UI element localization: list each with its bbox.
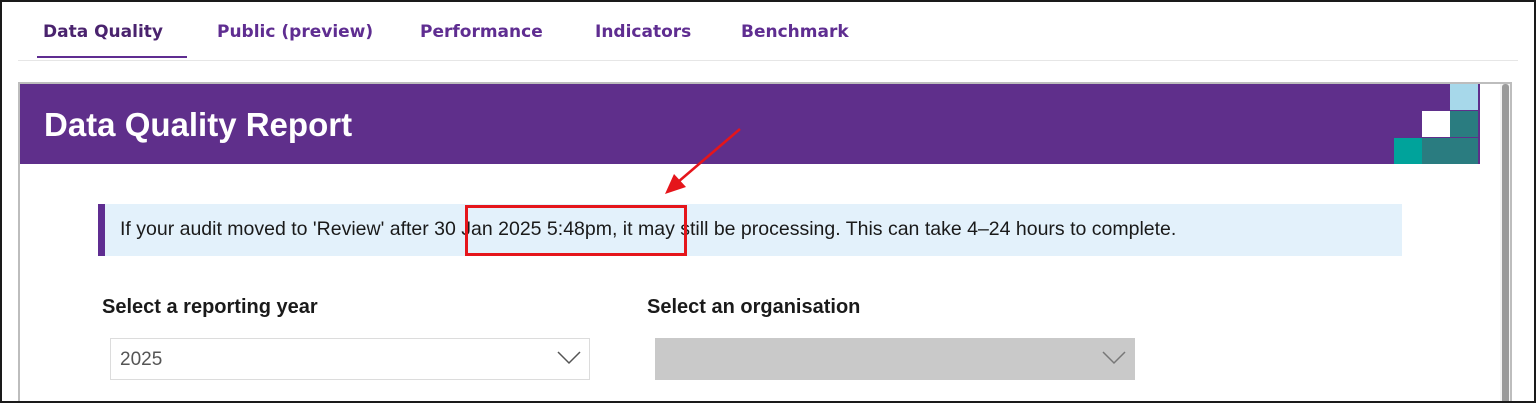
- chevron-down-icon: [1102, 351, 1126, 365]
- tab-indicators[interactable]: Indicators: [595, 6, 691, 58]
- page-title: Data Quality Report: [44, 106, 353, 143]
- organisation-label: Select an organisation: [647, 296, 861, 318]
- processing-notice: If your audit moved to 'Review' after 30…: [98, 204, 1402, 256]
- timestamp-highlight-box: [465, 205, 687, 256]
- chevron-down-icon: [557, 351, 581, 365]
- reporting-year-select[interactable]: 2025: [110, 338, 590, 380]
- tab-performance[interactable]: Performance: [420, 6, 543, 58]
- logo-square: [1450, 138, 1478, 164]
- reporting-year-value: 2025: [120, 349, 163, 370]
- tab-benchmark[interactable]: Benchmark: [741, 6, 849, 58]
- logo-square: [1422, 138, 1450, 164]
- reporting-year-label: Select a reporting year: [102, 296, 318, 318]
- report-panel: Data Quality Report If your audit moved …: [18, 82, 1512, 401]
- vertical-scrollbar[interactable]: [1500, 84, 1510, 401]
- organisation-select[interactable]: [655, 338, 1135, 380]
- report-header-banner: Data Quality Report: [20, 84, 1480, 164]
- logo-square: [1394, 138, 1422, 164]
- tab-bar: Data Quality Public (preview) Performanc…: [18, 6, 1518, 61]
- tab-data-quality[interactable]: Data Quality: [37, 6, 187, 58]
- scrollbar-thumb[interactable]: [1502, 84, 1509, 401]
- screenshot-frame: Data Quality Public (preview) Performanc…: [0, 0, 1536, 403]
- logo-square: [1450, 84, 1478, 110]
- tab-public-preview[interactable]: Public (preview): [217, 6, 373, 58]
- logo-square: [1450, 111, 1478, 137]
- logo-square: [1422, 111, 1450, 137]
- arrow-annotation: [665, 128, 741, 194]
